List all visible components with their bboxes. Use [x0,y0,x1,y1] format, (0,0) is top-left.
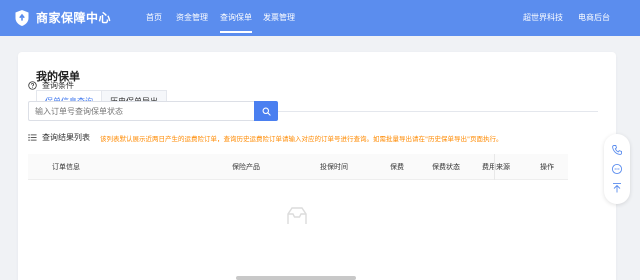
search-button[interactable] [254,101,278,121]
empty-state-icon [287,207,307,224]
brand-title: 商家保障中心 [36,11,112,25]
column-insured-time: 投保时间 [320,163,348,171]
help-circle-icon [28,81,37,90]
horizontal-scrollbar[interactable] [236,276,356,280]
back-to-top-icon[interactable] [611,182,623,194]
ecommerce-backend-link[interactable]: 电商后台 [578,0,610,36]
nav-item-home[interactable]: 首页 [146,0,162,36]
nav-item-funds[interactable]: 资金管理 [176,0,208,36]
store-name[interactable]: 超世界科技 [523,0,563,36]
nav-item-policy-query[interactable]: 查询保单 [220,0,252,36]
chat-icon[interactable] [611,163,623,175]
column-premium-status: 保费状态 [432,163,460,171]
list-icon [28,134,37,141]
column-order-info: 订单信息 [52,163,80,171]
results-notice: 该列表默认展示近两日产生的运费险订单，查询历史运费险订单请输入对应的订单号进行查… [100,134,503,143]
phone-icon[interactable] [611,144,623,156]
results-header: 查询结果列表 该列表默认展示近两日产生的运费险订单，查询历史运费险订单请输入对应… [28,132,502,143]
top-navigation: 商家保障中心 首页 资金管理 查询保单 发票管理 超世界科技 电商后台 [0,0,640,36]
side-toolbar [604,134,630,204]
search-icon [262,107,271,116]
query-conditions-title: 查询条件 [42,81,74,90]
column-insurance-product: 保险产品 [232,163,260,171]
column-actions: 操作 [540,163,554,171]
column-premium: 保费 [390,163,404,171]
brand[interactable]: 商家保障中心 [14,9,111,27]
column-fee-source: 费用来源 [482,163,510,171]
results-table-header: 订单信息 保险产品 投保时间 保费 保费状态 费用来源 操作 [28,154,568,180]
column-divider [494,154,495,180]
query-conditions-header: 查询条件 [28,80,74,91]
search-bar [28,101,278,121]
shield-icon [15,10,29,26]
search-input[interactable] [28,101,254,121]
nav-item-invoices[interactable]: 发票管理 [263,0,295,36]
results-title: 查询结果列表 [42,133,90,142]
